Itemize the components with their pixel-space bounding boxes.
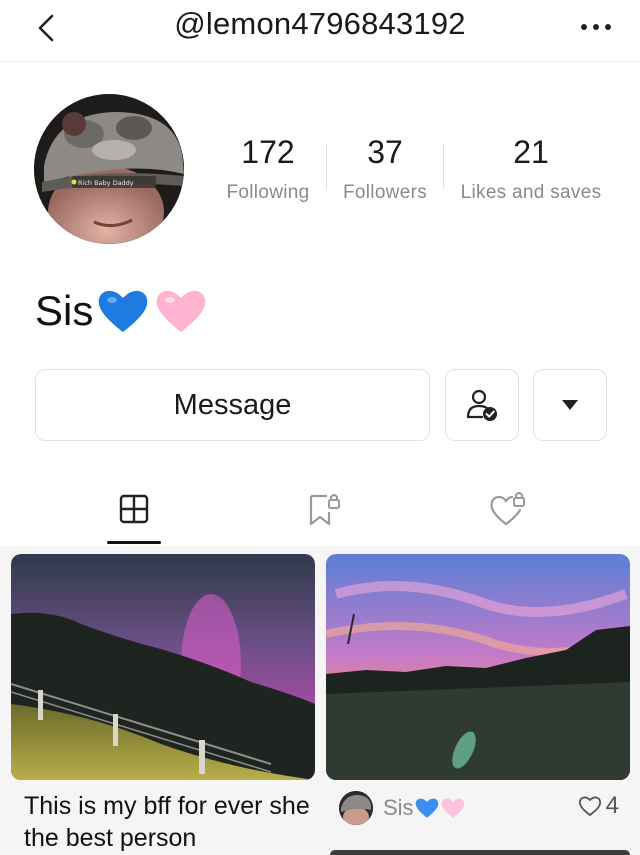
author-avatar[interactable] (339, 791, 373, 825)
message-button-label: Message (173, 388, 292, 421)
followers-count: 37 (367, 134, 403, 170)
active-tab-indicator (107, 541, 161, 544)
stat-divider (326, 144, 327, 190)
following-count: 172 (241, 134, 295, 170)
author-name-text: Sis (383, 795, 414, 820)
profile-tabs (0, 484, 640, 544)
following-status-button[interactable] (445, 369, 519, 441)
stat-following[interactable]: 172 Following (218, 130, 318, 208)
blue-heart-icon (415, 798, 438, 818)
caret-down-icon (562, 400, 578, 410)
avatar-caption: Rich Baby Daddy (78, 179, 134, 187)
stat-divider (443, 144, 444, 190)
sunset-photo (326, 554, 630, 780)
pink-heart-icon (441, 798, 464, 818)
grid-icon (119, 494, 149, 524)
post-meta: Sis 4 (339, 788, 619, 828)
post-image-aurora[interactable] (11, 554, 315, 780)
author-avatar-image (339, 791, 373, 825)
like-count: 4 (605, 792, 619, 819)
tab-liked[interactable] (478, 484, 538, 534)
next-post-peek (330, 850, 630, 855)
tab-collections[interactable] (292, 484, 352, 534)
profile-handle: @lemon4796843192 (174, 6, 466, 41)
bookmark-lock-icon (309, 494, 340, 526)
user-check-icon (466, 389, 497, 421)
avatar[interactable]: Rich Baby Daddy (34, 94, 184, 244)
tab-posts[interactable] (104, 484, 164, 534)
top-bar: @lemon4796843192 (0, 0, 640, 62)
followers-label: Followers (343, 182, 427, 203)
more-horizontal-icon[interactable] (574, 12, 618, 42)
like-button[interactable]: 4 (577, 792, 619, 820)
post-image-sunset[interactable] (326, 554, 630, 780)
likes-saves-count: 21 (513, 134, 549, 170)
heart-lock-icon (490, 492, 525, 526)
following-label: Following (226, 182, 310, 203)
blue-heart-icon (99, 290, 148, 332)
pink-heart-icon (157, 290, 206, 332)
author-name[interactable]: Sis (383, 795, 466, 821)
post-card[interactable] (11, 554, 315, 780)
heart-outline-icon (578, 796, 601, 817)
stat-likes-saves[interactable]: 21 Likes and saves (452, 130, 610, 208)
more-options-dropdown[interactable] (533, 369, 607, 441)
aurora-photo (11, 554, 315, 780)
likes-saves-label: Likes and saves (460, 182, 602, 203)
post-card[interactable] (326, 554, 630, 780)
display-name-text: Sis (35, 287, 94, 334)
stat-followers[interactable]: 37 Followers (334, 130, 436, 208)
display-name: Sis (35, 285, 209, 337)
message-button[interactable]: Message (35, 369, 430, 441)
post-caption[interactable]: This is my bff for ever she the best per… (24, 790, 314, 854)
avatar-image: Rich Baby Daddy (34, 94, 184, 244)
